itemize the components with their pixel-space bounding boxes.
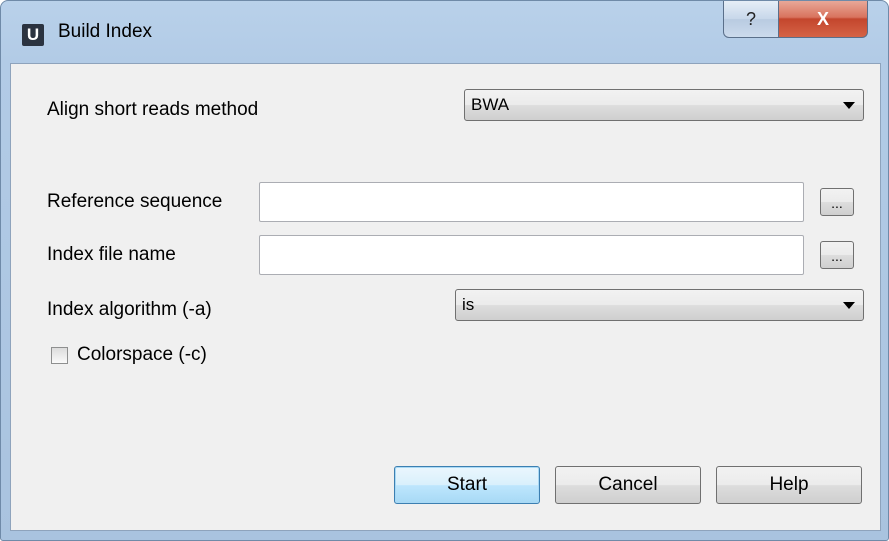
index-file-browse-button[interactable]: ... [820, 241, 854, 269]
close-button[interactable]: X [779, 1, 868, 38]
method-select[interactable]: BWA [464, 89, 864, 121]
question-mark-icon: ? [745, 8, 756, 29]
start-button[interactable]: Start [394, 466, 540, 504]
method-label: Align short reads method [47, 99, 259, 120]
close-icon: X [816, 8, 829, 29]
index-file-input[interactable] [259, 235, 804, 275]
method-select-value: BWA [471, 95, 510, 114]
app-logo-icon: U [22, 24, 44, 46]
dialog-body: Align short reads method BWA Reference s… [10, 63, 881, 531]
chevron-down-icon [843, 102, 855, 109]
dialog-window: U Build Index ? X Align short reads meth… [0, 0, 889, 541]
reference-label: Reference sequence [47, 191, 223, 212]
cancel-button[interactable]: Cancel [555, 466, 701, 504]
colorspace-label[interactable]: Colorspace (-c) [77, 344, 207, 366]
chevron-down-icon [843, 302, 855, 309]
window-title: Build Index [58, 21, 153, 42]
algorithm-select-value: is [462, 295, 475, 314]
title-bar[interactable]: U Build Index ? X [1, 1, 888, 63]
reference-browse-button[interactable]: ... [820, 188, 854, 216]
context-help-button[interactable]: ? [723, 1, 779, 38]
colorspace-checkbox[interactable] [51, 347, 68, 364]
help-button[interactable]: Help [716, 466, 862, 504]
reference-input[interactable] [259, 182, 804, 222]
algorithm-label: Index algorithm (-a) [47, 299, 212, 320]
window-controls: ? X [723, 1, 868, 38]
index-file-label: Index file name [47, 244, 176, 265]
algorithm-select[interactable]: is [455, 289, 864, 321]
